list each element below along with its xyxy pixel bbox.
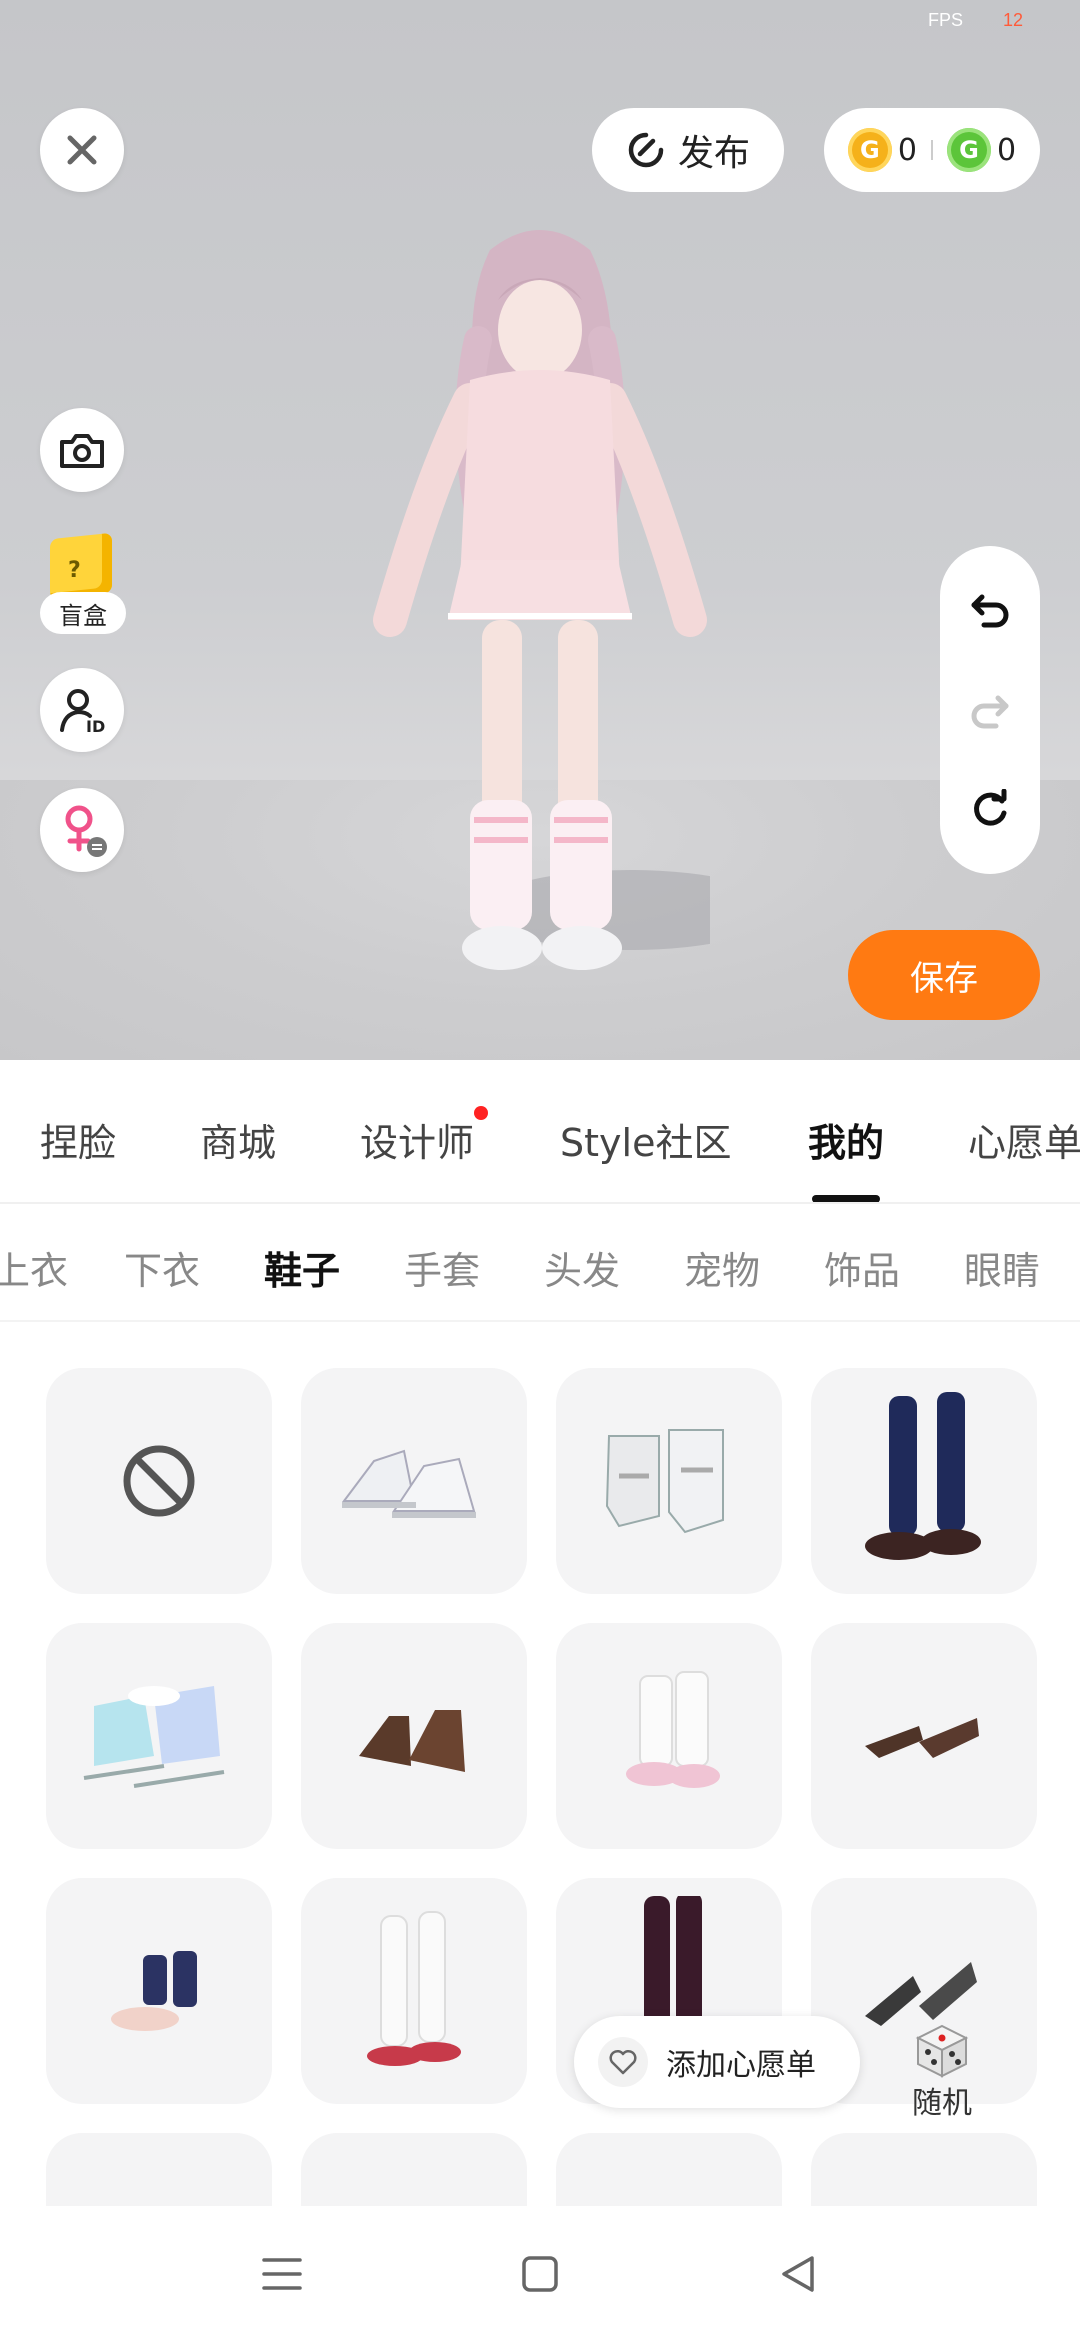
fps-counter: FPS 12 [928, 10, 1023, 31]
category-accessories[interactable]: 饰品 [824, 1240, 900, 1295]
avatar-id-button[interactable]: ID [40, 668, 124, 752]
blindbox-button[interactable]: ? 盲盒 [38, 530, 128, 640]
tab-designer[interactable]: 设计师 [360, 1106, 489, 1167]
green-coin-count: 0 [997, 132, 1017, 168]
heart-icon [598, 2037, 648, 2087]
brown-heels-icon [865, 1718, 979, 1758]
category-hair[interactable]: 头发 [544, 1240, 620, 1295]
item-shoe[interactable] [556, 2133, 782, 2206]
back-button[interactable] [770, 2246, 826, 2302]
category-shoes[interactable]: 鞋子 [264, 1240, 340, 1295]
home-square-icon [522, 2256, 558, 2292]
add-to-wishlist-button[interactable]: 添加心愿单 [574, 2016, 860, 2108]
save-button[interactable]: 保存 [848, 930, 1040, 1020]
undo-icon [971, 594, 1009, 628]
item-none[interactable] [46, 1368, 272, 1594]
menu-button[interactable] [254, 2246, 310, 2302]
gold-coin-count: 0 [897, 132, 917, 168]
publish-icon [628, 132, 664, 168]
user-id-icon: ID [60, 689, 105, 734]
reset-button[interactable] [960, 781, 1020, 841]
camera-icon [60, 434, 104, 468]
item-shoe[interactable] [811, 1623, 1037, 1849]
home-button[interactable] [512, 2246, 568, 2302]
system-navigation-bar [0, 2206, 1080, 2340]
item-shoe[interactable] [301, 1368, 527, 1594]
avatar-preview[interactable]: FPS 12 发布 G 0 G 0 ? 盲盒 ID 保存 [0, 0, 1080, 1060]
tab-mine[interactable]: 我的 [808, 1112, 885, 1202]
green-coin-icon: G [947, 128, 991, 172]
none-icon [123, 1445, 195, 1517]
fps-value: 12 [1003, 10, 1024, 30]
tab-shop[interactable]: 商城 [200, 1112, 276, 1167]
redo-icon [971, 695, 1009, 729]
navy-ankle-socks-icon [111, 1951, 197, 2031]
item-shoe[interactable] [46, 1623, 272, 1849]
female-icon [65, 805, 107, 857]
tab-style-community[interactable]: Style社区 [560, 1112, 731, 1167]
category-tabs: 上衣 下衣 鞋子 手套 头发 宠物 饰品 眼睛 [0, 1206, 1080, 1322]
question-mark-icon: ? [68, 558, 81, 583]
item-shoe[interactable] [301, 1623, 527, 1849]
active-tab-indicator [812, 1195, 881, 1202]
tab-face[interactable]: 捏脸 [40, 1112, 116, 1167]
close-icon [67, 135, 97, 165]
blindbox-label: 盲盒 [40, 592, 126, 634]
category-bottoms[interactable]: 下衣 [124, 1240, 200, 1295]
close-button[interactable] [40, 108, 124, 192]
history-controls [940, 546, 1040, 874]
main-tabs: 捏脸 商城 设计师 Style社区 我的 心愿单 [0, 1060, 1080, 1204]
menu-icon [262, 2258, 302, 2290]
brown-ankle-shoes-icon [359, 1710, 465, 1772]
blindbox-icon [50, 532, 112, 600]
category-tops[interactable]: 上衣 [0, 1240, 68, 1295]
svg-text:ID: ID [86, 717, 105, 734]
item-shoe[interactable] [556, 1368, 782, 1594]
undo-button[interactable] [960, 579, 1020, 639]
camera-button[interactable] [40, 408, 124, 492]
publish-button[interactable]: 发布 [592, 108, 784, 192]
gold-coin-icon: G [847, 128, 892, 172]
category-pets[interactable]: 宠物 [684, 1240, 760, 1295]
tab-designer-label: 设计师 [360, 1121, 475, 1165]
redo-button[interactable] [960, 680, 1020, 740]
white-pink-boots-icon [626, 1671, 720, 1788]
avatar-character [373, 230, 710, 970]
item-shoe[interactable] [301, 2133, 527, 2206]
coin-divider [931, 140, 933, 160]
reset-icon [974, 789, 1007, 826]
item-shoe[interactable] [46, 2133, 272, 2206]
notification-dot [474, 1106, 489, 1120]
white-tall-socks-icon [367, 1911, 461, 2066]
wishlist-label: 添加心愿单 [666, 2048, 816, 2083]
publish-label: 发布 [677, 133, 750, 174]
item-shoe[interactable] [46, 1878, 272, 2104]
item-shoe[interactable] [301, 1878, 527, 2104]
category-gloves[interactable]: 手套 [404, 1240, 480, 1295]
dice-icon [915, 2024, 969, 2078]
ice-skates-icon [83, 1686, 225, 1788]
item-shoe[interactable] [811, 1368, 1037, 1594]
random-button[interactable]: 随机 [884, 2002, 1000, 2122]
category-eyes[interactable]: 眼睛 [964, 1240, 1040, 1295]
gender-switch-button[interactable] [40, 788, 124, 872]
item-shoe[interactable] [811, 2133, 1037, 2206]
tab-wishlist[interactable]: 心愿单 [968, 1112, 1080, 1167]
random-label: 随机 [912, 2086, 972, 2121]
item-shoe[interactable] [556, 1623, 782, 1849]
back-triangle-icon [782, 2256, 814, 2292]
navy-socks-loafers-icon [865, 1392, 981, 1560]
white-sneakers-icon [342, 1449, 476, 1518]
fps-label: FPS [928, 10, 964, 30]
currency-balance[interactable]: G 0 G 0 [824, 108, 1040, 192]
tab-mine-label: 我的 [808, 1121, 885, 1165]
white-boots-icon [605, 1429, 724, 1534]
